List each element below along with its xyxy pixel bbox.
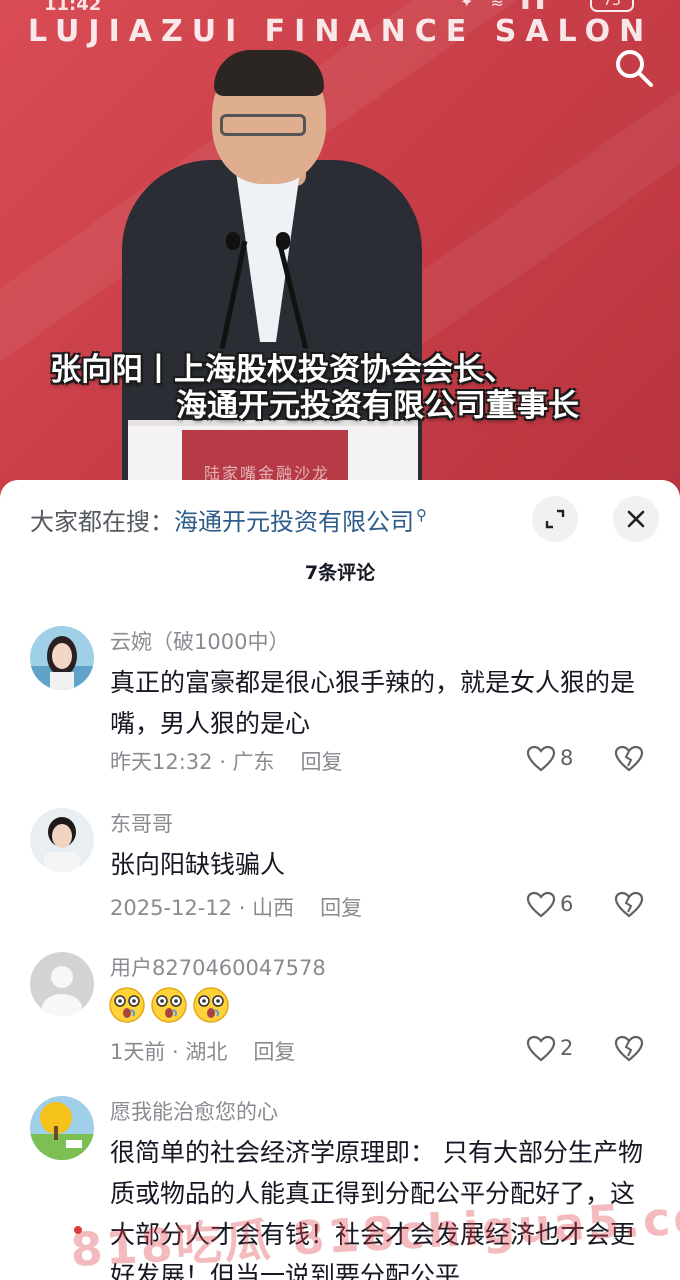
comment-item: 用户8270460047578 1天前 · 湖北 回复 2	[0, 952, 680, 1072]
dizzy-face-emoji	[109, 987, 145, 1023]
comment-text: 真正的富豪都是很心狠手辣的，就是女人狠的是嘴，男人狠的是心	[110, 668, 636, 738]
like-count: 2	[560, 1036, 574, 1060]
comment-author[interactable]: 用户8270460047578	[110, 952, 326, 982]
heart-icon	[526, 891, 556, 918]
comment-text: 张向阳缺钱骗人	[110, 850, 286, 879]
event-banner: LUJIAZUI FINANCE SALON	[28, 14, 654, 49]
trending-search-term[interactable]: 海通开元投资有限公司	[174, 508, 414, 536]
speaker-glasses	[220, 114, 306, 136]
broken-heart-icon	[614, 1035, 644, 1062]
avatar[interactable]	[30, 952, 94, 1016]
like-button[interactable]: 2	[526, 1034, 586, 1066]
comment-meta: 2025-12-12 · 山西 回复	[110, 892, 362, 922]
search-icon: ⚲	[416, 506, 427, 524]
heart-icon	[526, 1035, 556, 1062]
broken-heart-icon	[614, 745, 644, 772]
comment-meta: 1天前 · 湖北 回复	[110, 1036, 295, 1066]
signal-icons: ✦ ≋ ▮▮	[460, 0, 551, 11]
comment-sheet: 大家都在搜：海通开元投资有限公司 ⚲ 7条评论 云婉（破1000中） 真正的富豪都…	[0, 480, 680, 1280]
video-player[interactable]: 11:42 ✦ ≋ ▮▮ 73 LUJIAZUI FINANCE SALON 陆…	[0, 0, 680, 500]
microphone	[226, 232, 240, 250]
reply-button[interactable]: 回复	[253, 1040, 295, 1064]
comment-meta: 昨天12:32 · 广东 回复	[110, 746, 343, 776]
video-caption-line2: 海通开元投资有限公司董事长	[176, 388, 579, 424]
comment-item: 云婉（破1000中） 真正的富豪都是很心狠手辣的，就是女人狠的是嘴，男人狠的是心…	[0, 626, 680, 776]
comment-time-location: 1天前 · 湖北	[110, 1040, 228, 1064]
expand-icon	[545, 509, 565, 529]
comment-author[interactable]: 云婉（破1000中）	[110, 626, 289, 656]
comment-count: 7条评论	[304, 562, 376, 584]
trending-search-label: 大家都在搜：	[30, 508, 174, 536]
dislike-button[interactable]	[614, 890, 646, 922]
trending-search[interactable]: 大家都在搜：海通开元投资有限公司 ⚲	[30, 502, 427, 537]
broken-heart-icon	[614, 891, 644, 918]
like-count: 8	[560, 746, 574, 770]
dizzy-face-emoji	[193, 987, 229, 1023]
expand-button[interactable]	[532, 496, 578, 542]
like-button[interactable]: 8	[526, 744, 586, 776]
comment-author[interactable]: 愿我能治愈您的心	[110, 1096, 278, 1126]
dislike-button[interactable]	[614, 744, 646, 776]
heart-icon	[526, 745, 556, 772]
emoji-row	[108, 986, 230, 1024]
search-icon[interactable]	[612, 46, 656, 90]
close-icon	[627, 510, 645, 528]
close-button[interactable]	[613, 496, 659, 542]
avatar[interactable]	[30, 626, 94, 690]
battery-icon: 73	[590, 0, 634, 12]
reply-button[interactable]: 回复	[301, 750, 343, 774]
speaker-hair	[214, 50, 324, 96]
status-time: 11:42	[44, 0, 102, 15]
reply-button[interactable]: 回复	[320, 896, 362, 920]
avatar[interactable]	[30, 808, 94, 872]
dizzy-face-emoji	[151, 987, 187, 1023]
comment-time-location: 2025-12-12 · 山西	[110, 896, 295, 920]
like-button[interactable]: 6	[526, 890, 586, 922]
avatar[interactable]	[30, 1096, 94, 1160]
comment-item: 东哥哥 张向阳缺钱骗人 2025-12-12 · 山西 回复 6	[0, 808, 680, 928]
like-count: 6	[560, 892, 574, 916]
comment-time-location: 昨天12:32 · 广东	[110, 750, 275, 774]
comment-author[interactable]: 东哥哥	[110, 808, 173, 838]
dislike-button[interactable]	[614, 1034, 646, 1066]
status-bar: 11:42 ✦ ≋ ▮▮ 73	[0, 0, 680, 15]
